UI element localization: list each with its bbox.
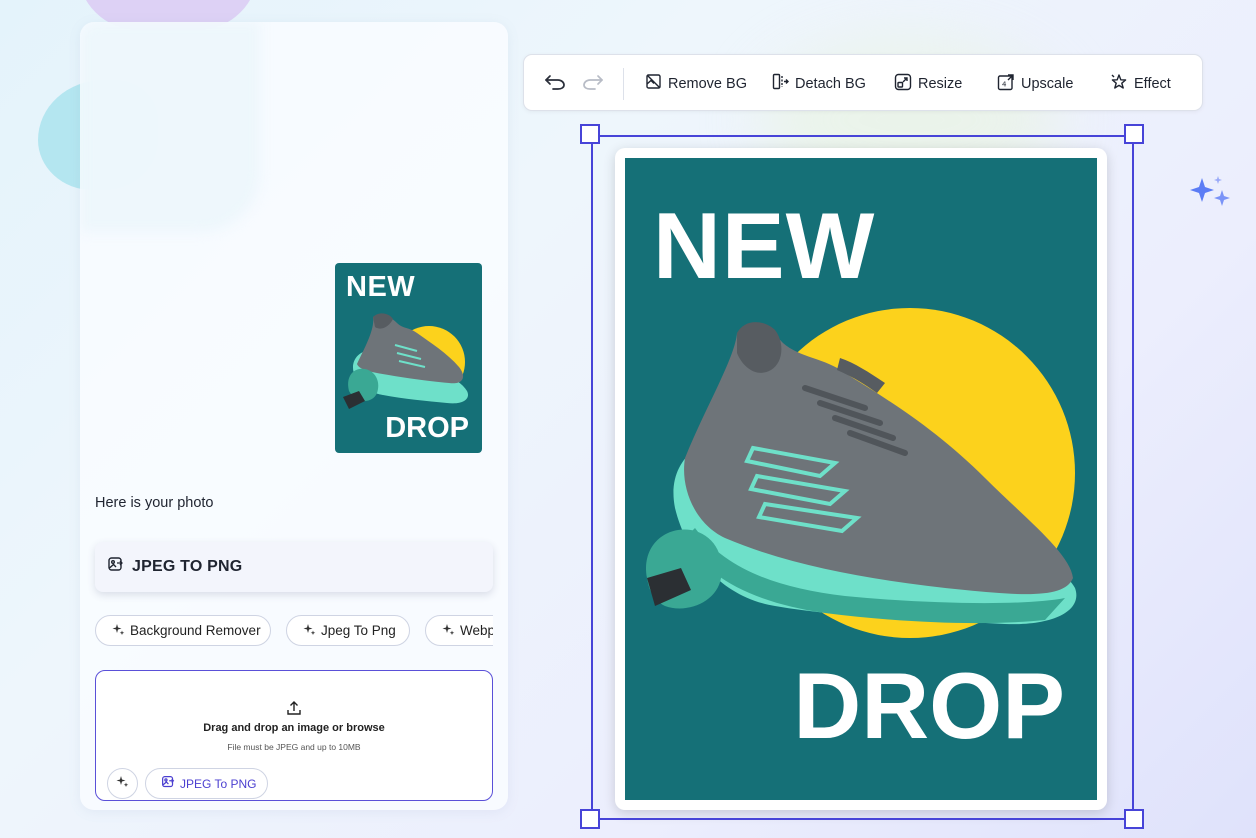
resize-handle-top-right[interactable] (1124, 124, 1144, 144)
tool-card-label: JPEG TO PNG (132, 558, 243, 575)
redo-button[interactable] (582, 55, 604, 112)
tool-card-jpeg-to-png[interactable]: JPEG TO PNG (95, 542, 493, 592)
undo-button[interactable] (544, 55, 566, 112)
chat-panel: NEW DROP Here is your photo JPEG TO PNG … (80, 22, 508, 810)
sparkle-icon (112, 623, 125, 639)
upload-subtitle: File must be JPEG and up to 10MB (227, 742, 361, 752)
magic-button[interactable] (107, 768, 138, 799)
undo-icon (544, 73, 566, 95)
detach-bg-button[interactable]: Detach BG (772, 55, 866, 112)
chip-background-remover[interactable]: Background Remover (95, 615, 271, 646)
resize-handle-bottom-left[interactable] (580, 809, 600, 829)
thumbnail-headline-bottom: DROP (385, 412, 469, 444)
resize-button[interactable]: Resize (894, 55, 962, 112)
remove-bg-button[interactable]: Remove BG (645, 55, 747, 112)
chat-caption: Here is your photo (95, 495, 214, 511)
chip-jpeg-to-png[interactable]: Jpeg To Png (286, 615, 410, 646)
panel-glow (80, 22, 260, 232)
redo-icon (582, 73, 604, 95)
image-convert-icon (107, 556, 124, 578)
effect-button[interactable]: Effect (1110, 55, 1171, 112)
result-thumbnail[interactable]: NEW DROP (335, 263, 482, 453)
chip-label: Jpeg To Png (321, 623, 396, 638)
sparkle-icon (303, 623, 316, 639)
detach-bg-label: Detach BG (795, 75, 866, 92)
resize-label: Resize (918, 75, 963, 92)
format-button-jpeg-to-png[interactable]: JPEG To PNG (145, 768, 268, 799)
detach-bg-icon (772, 73, 789, 94)
effect-icon (1110, 73, 1128, 95)
image-convert-icon (161, 775, 175, 792)
suggestion-chips: Background Remover Jpeg To Png Webp (95, 615, 493, 647)
editor-toolbar: Remove BG Detach BG Resize 4 Upscale Eff… (523, 54, 1203, 111)
sparkle-icon (1188, 174, 1236, 219)
upscale-icon: 4 (997, 73, 1015, 95)
chip-webp[interactable]: Webp (425, 615, 493, 646)
upload-dropzone[interactable]: Drag and drop an image or browse File mu… (95, 670, 493, 801)
resize-icon (894, 73, 912, 95)
resize-handle-bottom-right[interactable] (1124, 809, 1144, 829)
upload-icon (286, 700, 302, 721)
chip-label: Background Remover (130, 623, 261, 638)
format-button-label: JPEG To PNG (180, 776, 257, 791)
toolbar-separator (623, 68, 624, 100)
remove-bg-icon (645, 73, 662, 94)
chip-label: Webp (460, 623, 493, 638)
upscale-button[interactable]: 4 Upscale (997, 55, 1073, 112)
upscale-label: Upscale (1021, 75, 1074, 92)
remove-bg-label: Remove BG (668, 75, 747, 92)
thumbnail-headline-top: NEW (346, 271, 416, 303)
svg-text:4: 4 (1002, 80, 1007, 88)
selection-box[interactable] (591, 135, 1134, 820)
sparkle-icon (442, 623, 455, 639)
sparkle-icon (116, 775, 129, 793)
resize-handle-top-left[interactable] (580, 124, 600, 144)
effect-label: Effect (1134, 75, 1171, 92)
upload-title: Drag and drop an image or browse (203, 722, 385, 734)
